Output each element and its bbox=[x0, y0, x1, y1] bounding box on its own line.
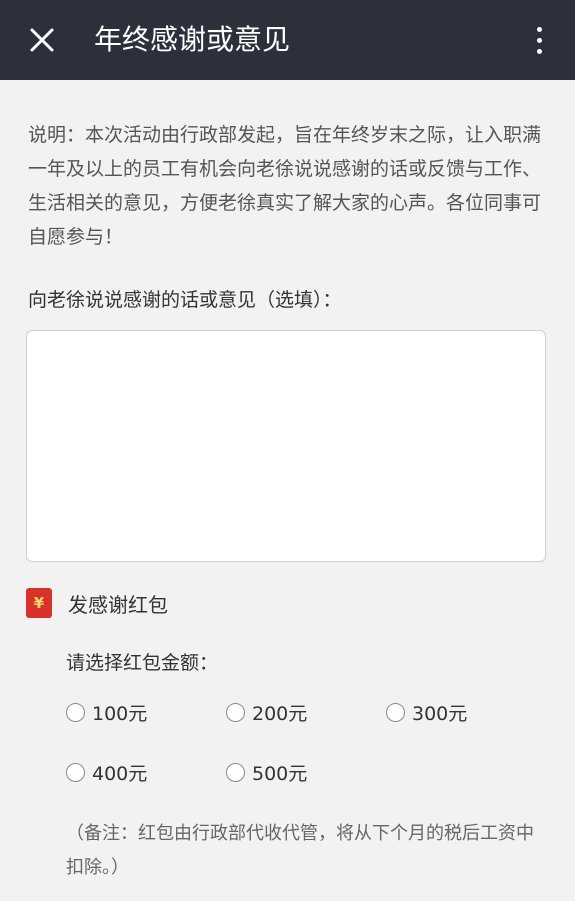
radio-circle[interactable] bbox=[226, 762, 245, 782]
top-app-bar: 年终感谢或意见 bbox=[0, 0, 575, 80]
amount-option-500[interactable]: 500元 bbox=[226, 755, 307, 789]
message-textarea[interactable] bbox=[26, 330, 546, 562]
radio-circle[interactable] bbox=[66, 702, 85, 722]
amount-option-label: 500元 bbox=[252, 762, 308, 785]
amount-option-200[interactable]: 200元 bbox=[226, 695, 307, 729]
red-packet-icon: ¥ bbox=[26, 588, 52, 618]
amount-option-100[interactable]: 100元 bbox=[66, 695, 147, 729]
red-packet-label: 发感谢红包 bbox=[68, 592, 168, 617]
message-label: 向老徐说说感谢的话或意见（选填）： bbox=[28, 289, 342, 311]
amount-option-300[interactable]: 300元 bbox=[386, 695, 467, 729]
amount-option-label: 100元 bbox=[92, 702, 148, 725]
amount-option-400[interactable]: 400元 bbox=[66, 755, 147, 789]
amount-option-label: 300元 bbox=[412, 702, 468, 725]
note-text: （备注：红包由行政部代收代管，将从下个月的税后工资中扣除。） bbox=[66, 823, 534, 878]
more-vertical-icon bbox=[536, 26, 542, 32]
page-title: 年终感谢或意见 bbox=[94, 23, 291, 56]
radio-circle[interactable] bbox=[66, 762, 85, 782]
close-button[interactable] bbox=[22, 18, 62, 62]
radio-circle[interactable] bbox=[386, 702, 405, 722]
amount-option-label: 200元 bbox=[252, 702, 308, 725]
more-options-button[interactable] bbox=[527, 16, 551, 64]
amount-option-label: 400元 bbox=[92, 762, 148, 785]
close-icon bbox=[30, 28, 54, 52]
radio-circle[interactable] bbox=[226, 702, 245, 722]
amount-label: 请选择红包金额： bbox=[66, 652, 219, 674]
description-text: 说明：本次活动由行政部发起，旨在年终岁末之际，让入职满一年及以上的员工有机会向老… bbox=[28, 124, 542, 248]
red-packet-toggle[interactable]: ¥ 发感谢红包 bbox=[26, 586, 168, 620]
